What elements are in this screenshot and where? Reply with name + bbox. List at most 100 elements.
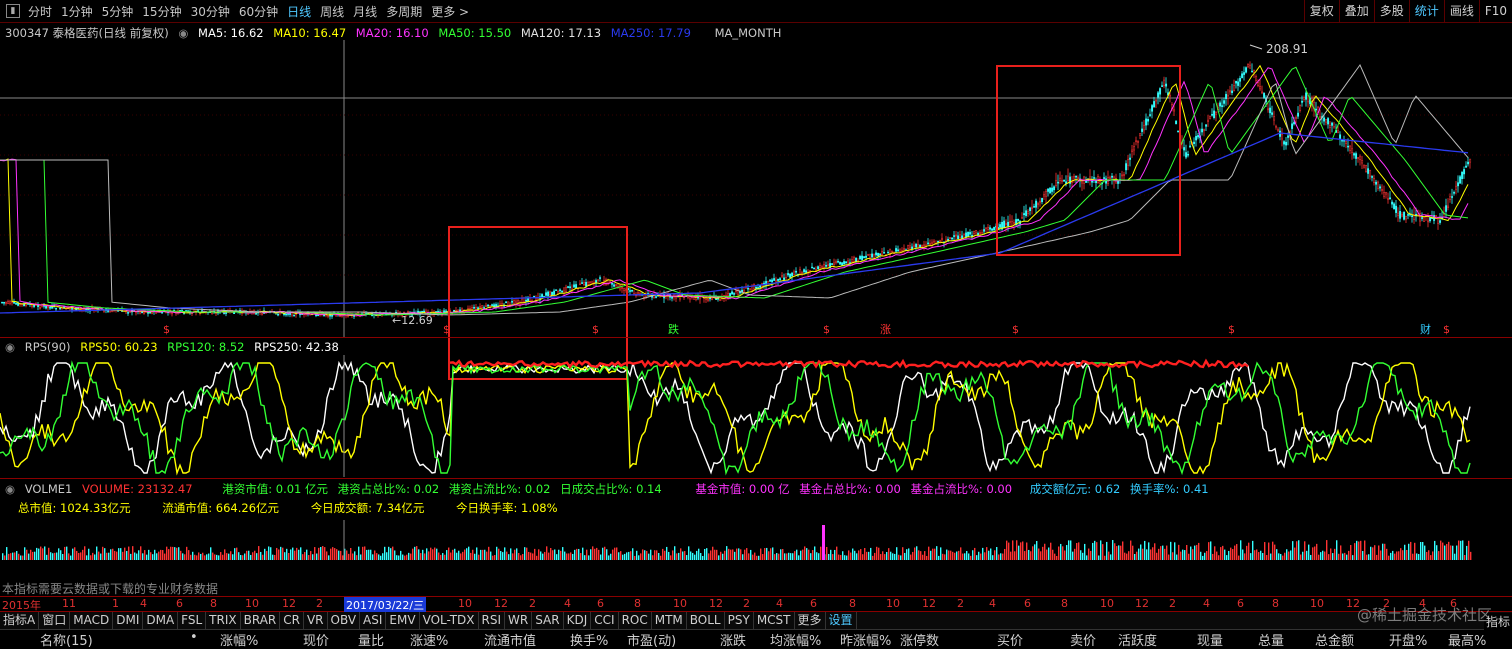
- period-tab[interactable]: 15分钟: [142, 5, 181, 19]
- event-marker[interactable]: $: [163, 323, 170, 336]
- tool-button[interactable]: 复权: [1303, 0, 1339, 22]
- stock-code-name[interactable]: 300347 泰格医药(日线 前复权): [5, 26, 169, 40]
- volume-bar: [1110, 554, 1112, 560]
- toolbar-menu-icon[interactable]: ▮: [6, 4, 20, 18]
- column-header[interactable]: 开盘%: [1389, 630, 1427, 649]
- volume-chart[interactable]: [0, 520, 1512, 560]
- event-marker[interactable]: $: [823, 323, 830, 336]
- period-tab[interactable]: 周线: [320, 5, 344, 19]
- indicator-tab[interactable]: BOLL: [687, 612, 725, 629]
- column-header[interactable]: 涨停数: [900, 630, 939, 649]
- indicator-tab[interactable]: VR: [304, 612, 328, 629]
- event-marker[interactable]: 财: [1420, 322, 1431, 336]
- indicator-tab[interactable]: MACD: [70, 612, 114, 629]
- indicator-tab[interactable]: ROC: [619, 612, 652, 629]
- tool-button[interactable]: 叠加: [1338, 0, 1374, 22]
- column-header[interactable]: 总量: [1258, 630, 1284, 649]
- rps-settings-icon[interactable]: ◉: [5, 340, 15, 354]
- column-header[interactable]: 流通市值: [484, 630, 536, 649]
- period-tab[interactable]: 日线: [287, 5, 311, 19]
- volume-bar: [160, 549, 162, 560]
- volume-bar: [1268, 542, 1270, 560]
- indicator-tab[interactable]: EMV: [386, 612, 420, 629]
- volume-bar: [326, 551, 328, 560]
- indicator-tab[interactable]: VOL-TDX: [420, 612, 479, 629]
- indicator-tab[interactable]: ASI: [360, 612, 387, 629]
- period-tab[interactable]: 多周期: [386, 5, 422, 19]
- rps-chart[interactable]: [0, 355, 1512, 477]
- indicator-tab[interactable]: SAR: [532, 612, 564, 629]
- column-header[interactable]: 涨幅%: [220, 630, 258, 649]
- volume-bar: [978, 551, 980, 560]
- event-marker[interactable]: 涨: [880, 323, 891, 336]
- period-tab[interactable]: 30分钟: [191, 5, 230, 19]
- volume-bar: [1208, 542, 1210, 560]
- indicator-tab[interactable]: FSL: [178, 612, 207, 629]
- column-header[interactable]: 活跃度: [1118, 630, 1157, 649]
- column-header[interactable]: 涨速%: [410, 630, 448, 649]
- period-tab[interactable]: 60分钟: [239, 5, 278, 19]
- indicator-tab[interactable]: BRAR: [241, 612, 281, 629]
- tool-button[interactable]: 多股: [1373, 0, 1409, 22]
- rps-legend: ◉ RPS(90) RPS50: 60.23 RPS120: 8.52 RPS2…: [5, 340, 345, 354]
- column-header[interactable]: 最高%: [1448, 630, 1486, 649]
- indicator-tab[interactable]: DMA: [143, 612, 179, 629]
- column-header[interactable]: 昨涨幅%: [840, 630, 891, 649]
- indicator-tab[interactable]: RSI: [479, 612, 506, 629]
- volume-bar: [730, 549, 732, 560]
- indicator-tab[interactable]: MTM: [652, 612, 687, 629]
- tool-button[interactable]: F10: [1478, 0, 1512, 22]
- indicator-tab[interactable]: MCST: [754, 612, 795, 629]
- rps50-value: RPS50: 60.23: [80, 340, 158, 354]
- volume-bar: [928, 546, 930, 560]
- column-header[interactable]: •: [190, 630, 198, 645]
- indicator-tab[interactable]: WR: [505, 612, 533, 629]
- column-header[interactable]: 总金额: [1315, 630, 1354, 649]
- volume-bar: [1380, 550, 1382, 560]
- indicator-tab[interactable]: PSY: [725, 612, 754, 629]
- volume-bar: [1212, 553, 1214, 560]
- column-header[interactable]: 涨跌: [720, 630, 746, 649]
- period-tab[interactable]: 更多 >: [431, 5, 469, 19]
- tool-button[interactable]: 统计: [1408, 0, 1444, 22]
- column-header[interactable]: 买价: [997, 630, 1023, 649]
- event-marker[interactable]: 跌: [668, 322, 679, 336]
- column-header[interactable]: 换手%: [570, 630, 608, 649]
- period-tab[interactable]: 1分钟: [61, 5, 93, 19]
- volume-bar: [1376, 554, 1378, 560]
- candle-body: [1319, 116, 1322, 118]
- volume-bar: [252, 552, 254, 560]
- column-header[interactable]: 现量: [1197, 630, 1223, 649]
- volume-bar: [176, 547, 178, 560]
- legend-settings-icon[interactable]: ◉: [178, 26, 188, 40]
- volume-bar: [1000, 553, 1002, 560]
- price-chart[interactable]: 208.91←12.69$ $ $ 跌 $ 涨 $ $ 财 $: [0, 40, 1512, 338]
- indicator-tab[interactable]: 设置: [826, 612, 857, 629]
- indicator-tab[interactable]: 指标A: [0, 612, 40, 629]
- event-marker[interactable]: $: [1228, 323, 1235, 336]
- period-tab[interactable]: 5分钟: [102, 5, 134, 19]
- tool-button[interactable]: 画线: [1443, 0, 1479, 22]
- period-tab[interactable]: 月线: [353, 5, 377, 19]
- event-marker[interactable]: $: [1012, 323, 1019, 336]
- column-header[interactable]: 现价: [303, 630, 329, 649]
- indicator-tab[interactable]: KDJ: [564, 612, 592, 629]
- indicator-tab[interactable]: DMI: [113, 612, 144, 629]
- period-tab[interactable]: 分时: [28, 5, 52, 19]
- column-header[interactable]: 卖价: [1070, 630, 1096, 649]
- column-header[interactable]: 市盈(动): [627, 630, 676, 649]
- indicator-tab[interactable]: 更多: [795, 612, 826, 629]
- indicator-tab[interactable]: TRIX: [206, 612, 241, 629]
- indicator-tab[interactable]: CCI: [591, 612, 619, 629]
- column-header[interactable]: 均涨幅%: [770, 630, 821, 649]
- indicator-tab[interactable]: 窗口: [39, 612, 71, 629]
- column-header[interactable]: 量比: [358, 630, 384, 649]
- indicator-tab[interactable]: OBV: [328, 612, 361, 629]
- volume-bar: [1346, 554, 1348, 560]
- vol-settings-icon[interactable]: ◉: [5, 482, 15, 496]
- event-marker[interactable]: $: [1443, 323, 1450, 336]
- candle-body: [731, 291, 734, 295]
- indicator-tab[interactable]: CR: [280, 612, 304, 629]
- column-header[interactable]: 名称(15): [40, 630, 93, 649]
- volume-bar: [568, 553, 570, 560]
